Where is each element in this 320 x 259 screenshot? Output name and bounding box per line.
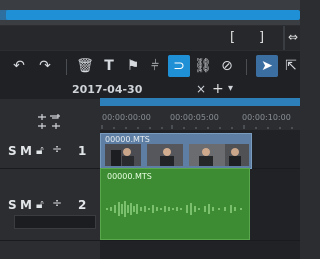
- tab-bar: 2017-04-30 × + ▾: [0, 81, 300, 99]
- tab-dropdown-icon[interactable]: ▾: [228, 83, 233, 94]
- undo-icon[interactable]: ↶: [8, 55, 30, 77]
- ruler-label: 00:00:00:00: [102, 113, 151, 122]
- track-number: 1: [78, 144, 87, 158]
- range-pointer-icon[interactable]: ⇱: [280, 55, 302, 77]
- track-1-controls: S M 🔓︎ ÷ 1: [0, 133, 100, 169]
- delete-icon[interactable]: 🗑: [74, 55, 96, 77]
- mute-button[interactable]: M: [20, 198, 32, 212]
- track-divider: [0, 240, 300, 241]
- audio-clip[interactable]: 00000.MTS: [100, 168, 250, 240]
- clip-thumbnail: [189, 144, 225, 166]
- track-options-icon[interactable]: ÷: [52, 196, 62, 210]
- solo-button[interactable]: S: [8, 144, 17, 158]
- tab-close-icon[interactable]: ×: [196, 82, 206, 96]
- mute-button[interactable]: M: [20, 144, 32, 158]
- ruler-label: 00:00:05:00: [170, 113, 219, 122]
- clip-thumbnail: [105, 144, 141, 166]
- ruler-label: 00:00:10:00: [242, 113, 291, 122]
- pointer-icon[interactable]: ➤: [256, 55, 278, 77]
- divider: [283, 26, 285, 50]
- separator: [246, 59, 247, 75]
- expand-icon[interactable]: ⇔: [288, 30, 298, 44]
- top-bar: [0, 0, 300, 25]
- track-number: 2: [78, 198, 87, 212]
- clip-thumbnail: [225, 144, 249, 166]
- video-clip[interactable]: 00000.MTS: [100, 133, 252, 169]
- redo-icon[interactable]: ↷: [34, 55, 56, 77]
- set-out-button[interactable]: ]: [259, 30, 264, 45]
- clip-thumbnail: [147, 144, 183, 166]
- text-icon[interactable]: T: [98, 55, 120, 77]
- audio-waveform: [106, 201, 242, 217]
- clip-name: 00000.MTS: [107, 172, 152, 181]
- unlink-icon[interactable]: ⊘: [216, 55, 238, 77]
- link-icon[interactable]: ⛓: [192, 55, 214, 77]
- position-bar[interactable]: [6, 10, 300, 20]
- add-tab-icon[interactable]: +: [212, 81, 224, 97]
- range-indicator: [100, 98, 300, 106]
- separator: [66, 59, 67, 75]
- solo-button[interactable]: S: [8, 198, 17, 212]
- track-2-controls: S M 🔓︎ ÷ 2: [0, 168, 100, 240]
- in-out-row: [ ] ⇔: [0, 26, 300, 50]
- chapter-marker-icon[interactable]: ⫩: [144, 55, 166, 77]
- edit-toolbar: ↶ ↷ 🗑 T ⚑ ⫩ ⊃ ⛓ ⊘ ➤ ⇱: [0, 51, 300, 81]
- set-in-button[interactable]: [: [230, 30, 235, 45]
- magnet-snap-icon[interactable]: ⊃: [168, 55, 190, 77]
- tab-project[interactable]: 2017-04-30: [72, 83, 142, 96]
- marker-flag-icon[interactable]: ⚑: [122, 55, 144, 77]
- lock-icon[interactable]: 🔓︎: [36, 143, 44, 158]
- track-name-field[interactable]: [14, 215, 96, 229]
- track-options-icon[interactable]: ÷: [52, 142, 62, 156]
- track-controls-header-icon[interactable]: [36, 113, 76, 131]
- lock-icon[interactable]: 🔓︎: [36, 197, 44, 212]
- clip-name: 00000.MTS: [105, 135, 150, 144]
- timeline-ruler[interactable]: 00:00:00:00 00:00:05:00 00:00:10:00: [0, 106, 300, 130]
- ruler-ticks: [101, 125, 293, 129]
